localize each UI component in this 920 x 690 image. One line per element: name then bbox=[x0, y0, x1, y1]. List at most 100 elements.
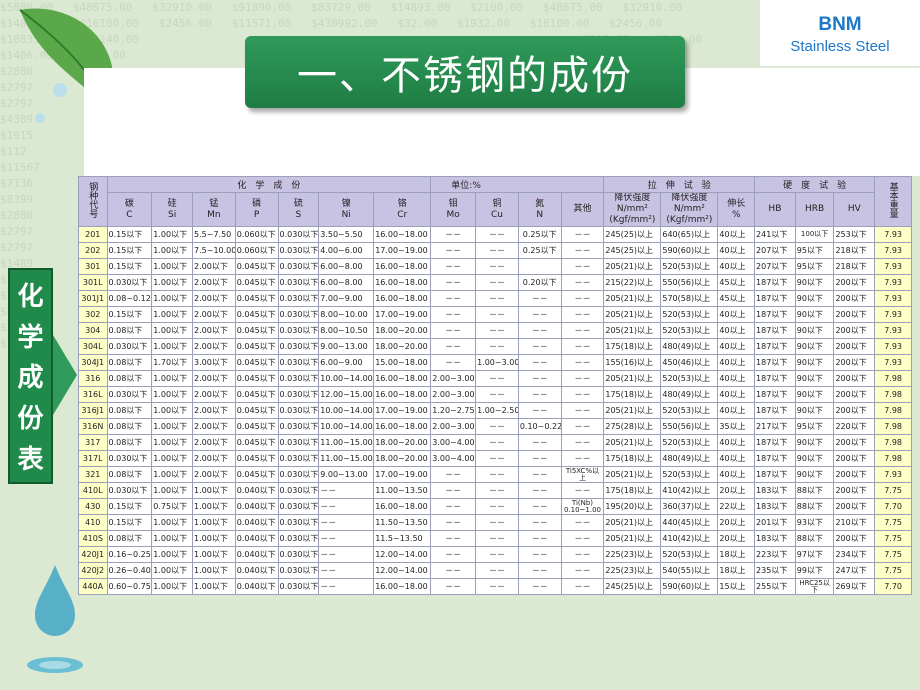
table-cell: 1.00以下 bbox=[151, 322, 194, 339]
table-cell: －－ bbox=[430, 258, 477, 275]
table-cell: 40以上 bbox=[717, 466, 756, 483]
table-cell: －－ bbox=[560, 562, 605, 579]
table-cell: 90以下 bbox=[794, 466, 835, 483]
table-cell: 0.75以下 bbox=[151, 498, 194, 515]
table-cell: 0.15以下 bbox=[106, 514, 153, 531]
grade-cell: 304J1 bbox=[78, 354, 108, 371]
table-cell: －－ bbox=[475, 578, 519, 595]
table-cell: 590(60)以上 bbox=[660, 242, 719, 259]
weight-cell: 7.75 bbox=[874, 546, 912, 563]
table-cell: －－ bbox=[475, 562, 519, 579]
table-cell: 3.00~4.00 bbox=[430, 434, 477, 451]
table-row: 316J1 0.08以下 1.00以下 2.00以下 0.045以下 0.030以下 10.… bbox=[78, 402, 912, 419]
table-cell: －－ bbox=[560, 274, 605, 291]
column-header-line: N/mm² bbox=[673, 204, 705, 214]
table-cell: －－ bbox=[560, 434, 605, 451]
table-cell: －－ bbox=[475, 482, 519, 499]
table-row: 304 0.08以下 1.00以下 2.00以下 0.045以下 0.030以下 8.00~… bbox=[78, 322, 912, 339]
table-cell: 0.045以下 bbox=[234, 274, 279, 291]
arrow-right-icon bbox=[53, 335, 77, 415]
table-cell: －－ bbox=[430, 338, 477, 355]
table-header-row-1: 钢种代号 化 学 成 份 单位:% 拉 伸 试 验 硬 度 试 验 基本重量 bbox=[78, 176, 912, 227]
side-label-char: 化 bbox=[17, 281, 44, 312]
brand-name: BNM bbox=[818, 14, 862, 35]
table-cell: －－ bbox=[560, 242, 605, 259]
table-cell: 1.00以下 bbox=[151, 290, 194, 307]
table-cell: －－ bbox=[475, 290, 519, 307]
table-cell: －－ bbox=[475, 242, 519, 259]
table-cell: 0.08以下 bbox=[106, 434, 153, 451]
table-cell: 0.045以下 bbox=[234, 466, 279, 483]
table-cell: 183以下 bbox=[754, 482, 796, 499]
table-cell: 187以下 bbox=[754, 370, 796, 387]
table-cell: 590(60)以上 bbox=[660, 578, 719, 595]
table-cell: 0.030以下 bbox=[277, 466, 320, 483]
table-cell: －－ bbox=[560, 322, 605, 339]
table-cell: 2.00以下 bbox=[192, 274, 236, 291]
table-row: 316 0.08以下 1.00以下 2.00以下 0.045以下 0.030以下 10.00… bbox=[78, 370, 912, 387]
table-cell: 0.040以下 bbox=[234, 482, 279, 499]
table-cell: 1.00以下 bbox=[151, 306, 194, 323]
composition-table: 钢种代号 化 学 成 份 单位:% 拉 伸 试 验 硬 度 试 验 基本重量 碳… bbox=[78, 176, 912, 595]
table-cell: 1.00以下 bbox=[151, 418, 194, 435]
table-cell: 0.26~0.40 bbox=[106, 562, 153, 579]
table-row: 304J1 0.08以下 1.70以下 3.00以下 0.045以下 0.030以下 6.0… bbox=[78, 354, 912, 371]
table-cell: 1.00以下 bbox=[151, 274, 194, 291]
table-cell: －－ bbox=[430, 514, 477, 531]
table-cell: 95以下 bbox=[794, 258, 835, 275]
table-cell: 0.045以下 bbox=[234, 450, 279, 467]
table-cell: 0.030以下 bbox=[277, 386, 320, 403]
column-header: 其他 bbox=[560, 192, 605, 227]
table-cell: 1.00以下 bbox=[151, 258, 194, 275]
table-cell: 520(53)以上 bbox=[660, 370, 719, 387]
table-cell: 0.20以下 bbox=[517, 274, 562, 291]
table-cell: 0.08以下 bbox=[106, 354, 153, 371]
table-cell: 90以下 bbox=[794, 386, 835, 403]
table-cell: 410(42)以上 bbox=[660, 530, 719, 547]
table-cell: 90以下 bbox=[794, 450, 835, 467]
table-cell: 2.00~3.00 bbox=[430, 386, 477, 403]
table-cell: 205(21)以上 bbox=[603, 322, 662, 339]
table-cell: 520(53)以上 bbox=[660, 434, 719, 451]
grade-cell: 321 bbox=[78, 466, 108, 483]
table-row: 201 0.15以下 1.00以下 5.5~7.50 0.060以下 0.030以下 3.5… bbox=[78, 226, 912, 243]
column-header: 氮N bbox=[517, 192, 562, 227]
table-row: 301 0.15以下 1.00以下 2.00以下 0.045以下 0.030以下 6.00~… bbox=[78, 258, 912, 275]
table-cell: 6.00~8.00 bbox=[318, 258, 375, 275]
table-cell: －－ bbox=[517, 386, 562, 403]
table-row: 202 0.15以下 1.00以下 7.5~10.00 0.060以下 0.030以下 4.… bbox=[78, 242, 912, 259]
table-cell: 2.00以下 bbox=[192, 322, 236, 339]
column-header: 伸长% bbox=[717, 192, 756, 227]
table-cell: 245(25)以上 bbox=[603, 242, 662, 259]
table-cell: 45以上 bbox=[717, 290, 756, 307]
table-cell: 0.040以下 bbox=[234, 562, 279, 579]
table-cell: 0.030以下 bbox=[277, 258, 320, 275]
table-cell: 200以下 bbox=[833, 450, 876, 467]
table-cell: 18.00~20.00 bbox=[373, 338, 432, 355]
weight-cell: 7.93 bbox=[874, 338, 912, 355]
table-cell: 0.08以下 bbox=[106, 466, 153, 483]
table-cell: 9.00~13.00 bbox=[318, 338, 375, 355]
table-cell: 88以下 bbox=[794, 482, 835, 499]
column-header-line: 锰 bbox=[209, 198, 219, 209]
table-cell: 540(55)以上 bbox=[660, 562, 719, 579]
table-cell: 187以下 bbox=[754, 386, 796, 403]
table-cell: 0.08以下 bbox=[106, 370, 153, 387]
table-cell: 0.10~0.22 bbox=[517, 418, 562, 435]
table-cell: 0.030以下 bbox=[277, 402, 320, 419]
table-cell: 17.00~19.00 bbox=[373, 466, 432, 483]
table-cell: －－ bbox=[318, 562, 375, 579]
table-cell: 0.030以下 bbox=[277, 434, 320, 451]
table-cell: 360(37)以上 bbox=[660, 498, 719, 515]
table-row: 304L 0.030以下 1.00以下 2.00以下 0.045以下 0.030以下 9.0… bbox=[78, 338, 912, 355]
table-cell: 200以下 bbox=[833, 306, 876, 323]
table-row: 316L 0.030以下 1.00以下 2.00以下 0.045以下 0.030以下 12.… bbox=[78, 386, 912, 403]
table-cell: －－ bbox=[430, 306, 477, 323]
weight-cell: 7.75 bbox=[874, 530, 912, 547]
table-cell: 90以下 bbox=[794, 338, 835, 355]
column-header-line: P bbox=[253, 209, 260, 220]
grade-cell: 420J2 bbox=[78, 562, 108, 579]
table-cell: 6.00~9.00 bbox=[318, 354, 375, 371]
table-cell: －－ bbox=[430, 226, 477, 243]
table-cell: 0.030以下 bbox=[277, 226, 320, 243]
